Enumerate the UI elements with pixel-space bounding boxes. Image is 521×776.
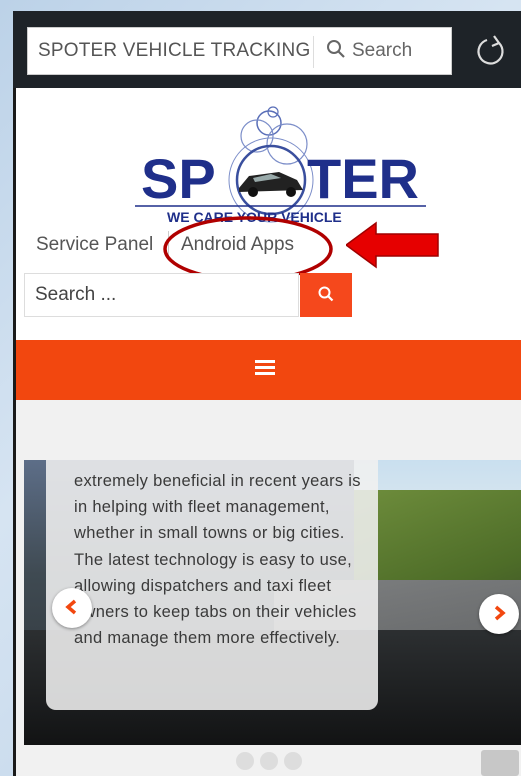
address-bar-title: SPOTER VEHICLE TRACKING: [38, 40, 311, 61]
chevron-right-icon: [494, 605, 506, 620]
search-icon: [318, 286, 334, 301]
address-bar[interactable]: SPOTER VEHICLE TRACKING Search: [27, 27, 452, 75]
slider-dot[interactable]: [236, 752, 254, 770]
main-nav-bar: [16, 340, 521, 400]
image-slider[interactable]: extremely beneficial in recent years is …: [24, 460, 521, 745]
slider-pagination: [236, 752, 308, 775]
slider-dot[interactable]: [260, 752, 278, 770]
slider-next-button[interactable]: [479, 594, 519, 634]
refresh-icon[interactable]: [471, 31, 511, 71]
search-icon: [327, 40, 345, 58]
site-search-placeholder: Search ...: [35, 284, 117, 305]
site-search-button[interactable]: [300, 273, 352, 317]
hamburger-menu-icon[interactable]: [255, 360, 275, 378]
menu-item-service-panel[interactable]: Service Panel: [36, 234, 153, 256]
address-bar-divider: [313, 36, 314, 68]
slide-caption-text: extremely beneficial in recent years is …: [74, 472, 361, 648]
browser-toolbar: SPOTER VEHICLE TRACKING Search: [13, 11, 521, 88]
web-page: SP TER WE CARE YOUR VEHICLE Service Pane…: [16, 88, 521, 776]
svg-text:SP: SP: [141, 147, 216, 210]
phone-screen: SPOTER VEHICLE TRACKING Search SP TER WE…: [13, 11, 521, 776]
slider-dot[interactable]: [284, 752, 302, 770]
site-search-input[interactable]: Search ...: [24, 273, 299, 317]
annotation-arrow-icon: [346, 221, 439, 269]
scroll-top-icon[interactable]: [481, 750, 519, 776]
browser-search-button[interactable]: Search: [326, 39, 412, 62]
slide-caption-box: extremely beneficial in recent years is …: [46, 460, 378, 710]
slider-prev-button[interactable]: [52, 588, 92, 628]
chevron-left-icon: [65, 599, 77, 614]
svg-text:TER: TER: [307, 147, 419, 210]
browser-search-label: Search: [352, 40, 413, 61]
